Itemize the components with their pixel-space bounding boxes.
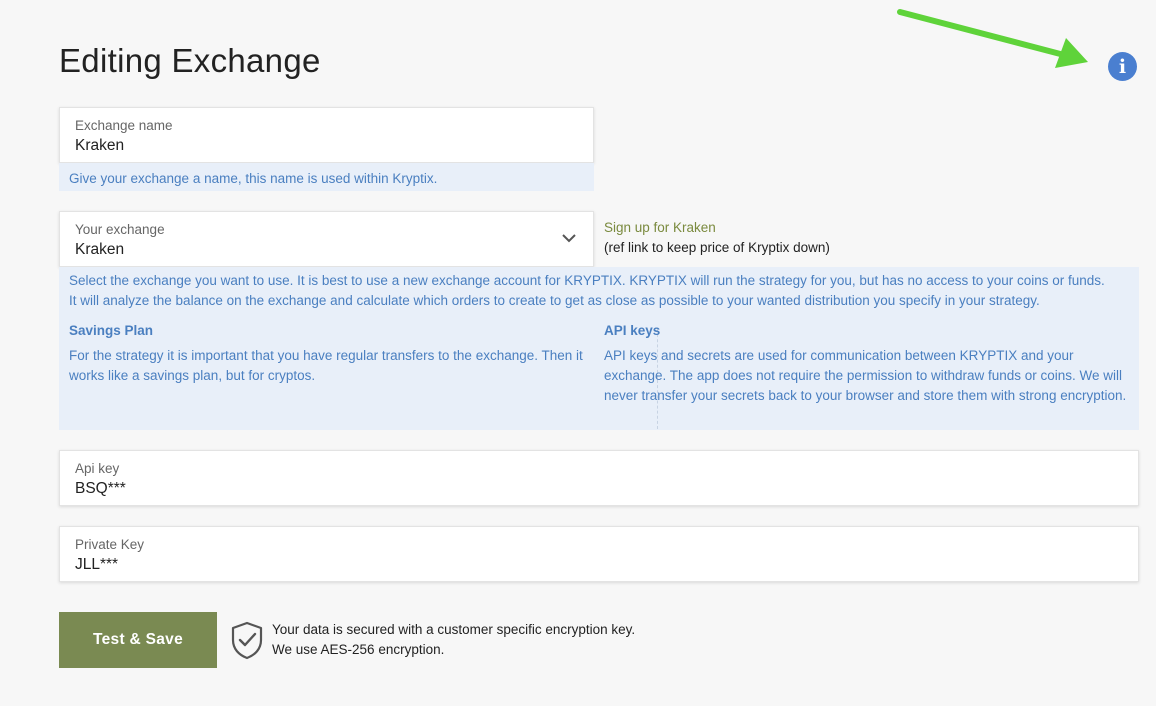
private-key-value[interactable]: JLL*** bbox=[75, 556, 118, 574]
security-note: Your data is secured with a customer spe… bbox=[272, 620, 635, 660]
security-note-line2: We use AES-256 encryption. bbox=[272, 642, 445, 657]
savings-plan-text: For the strategy it is important that yo… bbox=[69, 348, 583, 383]
security-note-line1: Your data is secured with a customer spe… bbox=[272, 622, 636, 637]
exchange-select[interactable]: Your exchange Kraken bbox=[59, 211, 594, 267]
private-key-field[interactable]: Private Key JLL*** bbox=[59, 526, 1139, 582]
exchange-name-value[interactable]: Kraken bbox=[75, 137, 124, 155]
exchange-name-field[interactable]: Exchange name Kraken bbox=[59, 107, 594, 163]
info-glyph: i bbox=[1118, 55, 1127, 78]
exchange-help-panel: Select the exchange you want to use. It … bbox=[59, 267, 1139, 430]
signup-note: (ref link to keep price of Kryptix down) bbox=[604, 240, 830, 255]
test-save-button[interactable]: Test & Save bbox=[59, 612, 217, 668]
exchange-select-label: Your exchange bbox=[75, 222, 165, 237]
exchange-select-value: Kraken bbox=[75, 241, 125, 258]
info-icon[interactable]: i bbox=[1108, 52, 1137, 81]
exchange-name-label: Exchange name bbox=[75, 118, 173, 133]
api-keys-text: API keys and secrets are used for commun… bbox=[604, 348, 1127, 403]
private-key-label: Private Key bbox=[75, 537, 145, 552]
api-key-label: Api key bbox=[75, 461, 120, 476]
api-key-field[interactable]: Api key BSQ*** bbox=[59, 450, 1139, 506]
savings-plan-title: Savings Plan bbox=[69, 323, 154, 338]
chevron-down-icon bbox=[562, 234, 576, 243]
exchange-name-help-text: Give your exchange a name, this name is … bbox=[69, 171, 438, 186]
signup-link[interactable]: Sign up for Kraken bbox=[604, 220, 716, 235]
api-keys-title: API keys bbox=[604, 323, 661, 338]
annotation-arrow bbox=[897, 9, 1088, 68]
exchange-help-line2: It will analyze the balance on the excha… bbox=[69, 293, 1040, 308]
shield-check-icon bbox=[231, 621, 263, 660]
exchange-help-line1: Select the exchange you want to use. It … bbox=[69, 273, 1105, 288]
api-key-value[interactable]: BSQ*** bbox=[75, 480, 126, 498]
exchange-name-help: Give your exchange a name, this name is … bbox=[59, 163, 594, 191]
page-title: Editing Exchange bbox=[59, 42, 321, 79]
